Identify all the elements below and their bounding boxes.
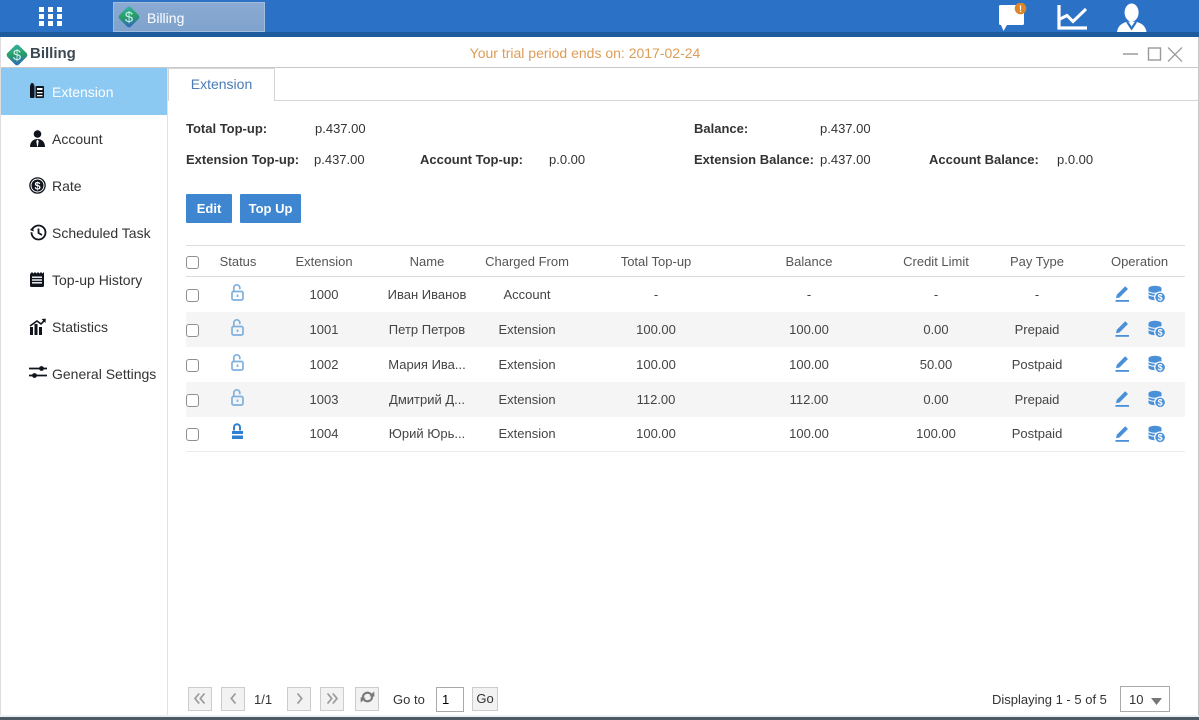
svg-text:$: $ [125, 10, 133, 26]
svg-text:!: ! [1019, 4, 1022, 14]
svg-text:$: $ [34, 181, 40, 193]
